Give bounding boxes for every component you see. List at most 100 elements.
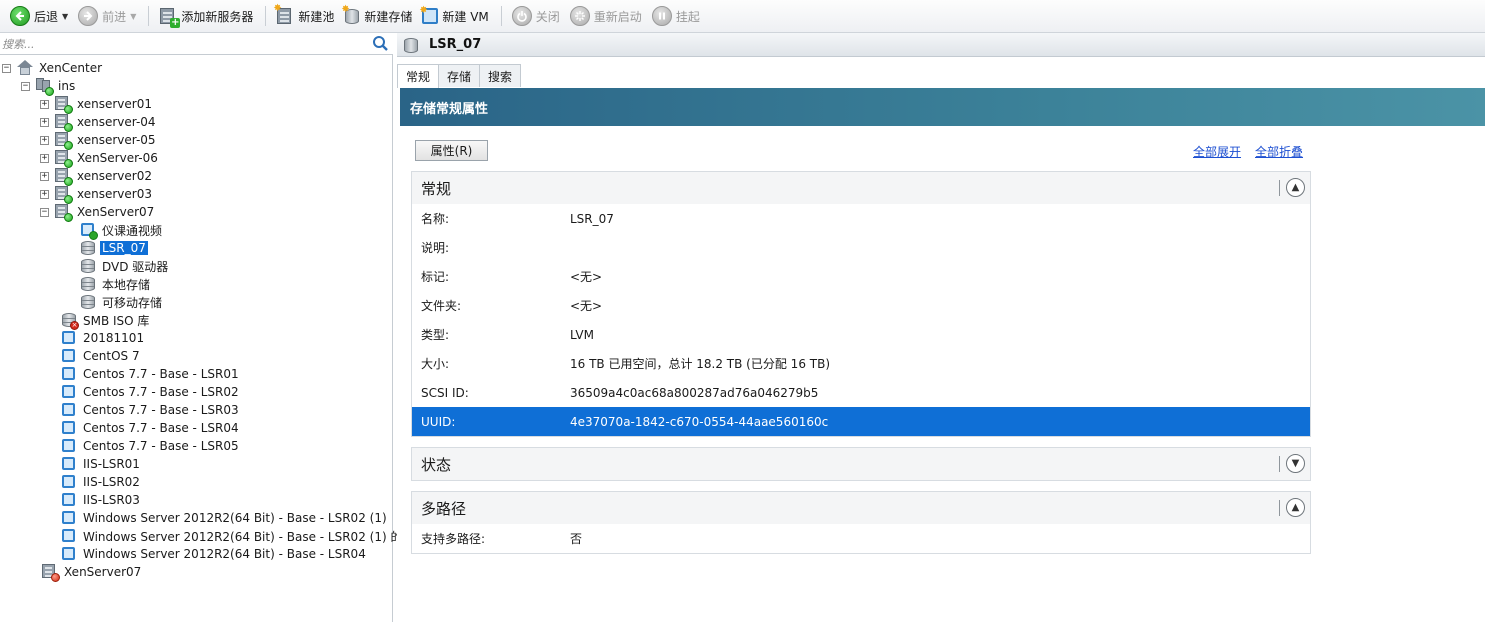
- general-section-header[interactable]: 常规 ▲: [412, 172, 1310, 204]
- suspend-button[interactable]: 挂起: [648, 3, 704, 29]
- search-input[interactable]: [2, 35, 367, 53]
- tree-node[interactable]: Windows Server 2012R2(64 Bit) - Base - L…: [61, 509, 389, 527]
- tree-node[interactable]: + xenserver02: [40, 167, 154, 186]
- status-section-header[interactable]: 状态 ▼: [412, 448, 1310, 480]
- property-value: 4e37070a-1842-c670-0554-44aae560160c: [570, 414, 829, 429]
- expand-toggle-icon[interactable]: +: [40, 117, 49, 127]
- property-row[interactable]: UUID: 4e37070a-1842-c670-0554-44aae560160…: [412, 407, 1310, 436]
- collapse-icon[interactable]: ▲: [1286, 178, 1305, 197]
- tree-node[interactable]: + XenServer-06: [40, 149, 160, 168]
- tree-node[interactable]: Centos 7.7 - Base - LSR01: [61, 365, 241, 383]
- expand-toggle-icon[interactable]: +: [40, 171, 49, 181]
- expand-toggle-icon[interactable]: +: [40, 99, 49, 109]
- general-properties: 名称: LSR_07 说明: 标记: <无> 文件夹: <无> 类型: LVM 大小: 16 TB …: [412, 204, 1310, 436]
- tree-node-label: IIS-LSR02: [83, 475, 140, 489]
- property-row[interactable]: 标记: <无>: [412, 262, 1310, 291]
- tree-node[interactable]: IIS-LSR02: [61, 473, 142, 491]
- tree-node[interactable]: + xenserver-05: [40, 131, 158, 150]
- tree-node[interactable]: − XenCenter: [2, 59, 104, 77]
- tree-node[interactable]: − ins: [21, 77, 77, 96]
- tab-general[interactable]: 常规: [397, 64, 440, 88]
- tree-node-label: ins: [58, 79, 76, 93]
- tab-storage[interactable]: 存储: [438, 64, 481, 87]
- properties-button[interactable]: 属性(R): [415, 140, 488, 161]
- property-row[interactable]: SCSI ID: 36509a4c0ac68a800287ad76a046279b…: [412, 378, 1310, 407]
- vm-template-icon: [61, 402, 77, 418]
- back-button[interactable]: 后退 ▼: [6, 3, 72, 29]
- tree-node[interactable]: DVD 驱动器: [80, 257, 170, 275]
- new-vm-button[interactable]: ✸ 新建 VM: [418, 3, 492, 29]
- tab-search[interactable]: 搜索: [479, 64, 522, 87]
- add-server-button[interactable]: + 添加新服务器: [155, 3, 257, 29]
- vm-template-icon: [61, 474, 77, 490]
- tree-node[interactable]: Windows Server 2012R2(64 Bit) - Base - L…: [61, 527, 416, 545]
- shutdown-label: 关闭: [535, 9, 560, 24]
- forward-button[interactable]: 前进 ▼: [74, 3, 140, 29]
- property-row[interactable]: 支持多路径: 否: [412, 524, 1310, 553]
- tree-node-label: XenServer-06: [77, 151, 158, 165]
- tree-node-label: XenCenter: [39, 61, 103, 75]
- server-disconnected-icon: [42, 564, 60, 582]
- reboot-button[interactable]: 重新启动: [566, 3, 646, 29]
- tree-node[interactable]: XenServer07: [42, 563, 143, 582]
- tree-node[interactable]: Centos 7.7 - Base - LSR04: [61, 419, 241, 437]
- property-row[interactable]: 大小: 16 TB 已用空间，总计 18.2 TB (已分配 16 TB): [412, 349, 1310, 378]
- tree-node-label: Centos 7.7 - Base - LSR05: [83, 439, 239, 453]
- vm-template-icon: [61, 384, 77, 400]
- tree-node[interactable]: 仪课通视频: [80, 221, 164, 240]
- tree-node[interactable]: × SMB ISO 库: [61, 311, 151, 330]
- tree-node-label: xenserver-05: [77, 133, 156, 147]
- tree-node[interactable]: Centos 7.7 - Base - LSR03: [61, 401, 241, 419]
- property-row[interactable]: 文件夹: <无>: [412, 291, 1310, 320]
- multipath-section-header[interactable]: 多路径 ▲: [412, 492, 1310, 524]
- tree-node[interactable]: 可移动存储: [80, 293, 164, 311]
- collapse-toggle-icon[interactable]: −: [2, 63, 11, 73]
- expand-all-link[interactable]: 全部展开: [1193, 143, 1241, 160]
- tree-node[interactable]: IIS-LSR03: [61, 491, 142, 509]
- property-row[interactable]: 类型: LVM: [412, 320, 1310, 349]
- expand-toggle-icon[interactable]: +: [40, 153, 49, 163]
- tree-node-label: 仪课通视频: [102, 223, 163, 238]
- tree-node[interactable]: − XenServer07: [40, 203, 156, 222]
- property-row[interactable]: 名称: LSR_07: [412, 204, 1310, 233]
- tree-node[interactable]: + xenserver-04: [40, 113, 158, 132]
- tree-node[interactable]: IIS-LSR01: [61, 455, 142, 473]
- collapse-toggle-icon[interactable]: −: [40, 207, 49, 217]
- tree-node[interactable]: Windows Server 2012R2(64 Bit) - Base - L…: [61, 545, 368, 563]
- collapse-toggle-icon[interactable]: −: [21, 81, 30, 91]
- storage-icon: [80, 240, 96, 256]
- back-dropdown-icon[interactable]: ▼: [62, 12, 68, 21]
- property-key: 支持多路径:: [421, 532, 486, 546]
- expand-icon[interactable]: ▼: [1286, 454, 1305, 473]
- new-vm-icon: ✸: [419, 5, 439, 24]
- reboot-label: 重新启动: [593, 9, 642, 24]
- tree-node-label: Windows Server 2012R2(64 Bit) - Base - L…: [83, 547, 366, 561]
- tree-node[interactable]: + xenserver03: [40, 185, 154, 204]
- expand-toggle-icon[interactable]: +: [40, 189, 49, 199]
- forward-dropdown-icon[interactable]: ▼: [130, 12, 136, 21]
- tree-node[interactable]: 20181101: [61, 329, 146, 347]
- server-icon: [55, 114, 73, 132]
- shutdown-button[interactable]: 关闭: [508, 3, 564, 29]
- vm-running-icon: [80, 222, 98, 240]
- tree-node-label: CentOS 7: [83, 349, 140, 363]
- tree-node[interactable]: LSR_07: [80, 239, 148, 257]
- vm-template-icon: [61, 510, 77, 526]
- collapse-all-link[interactable]: 全部折叠: [1255, 143, 1303, 160]
- collapse-icon[interactable]: ▲: [1286, 498, 1305, 517]
- server-icon: [55, 96, 73, 114]
- tree-node[interactable]: Centos 7.7 - Base - LSR02: [61, 383, 241, 401]
- search-icon[interactable]: [372, 35, 389, 52]
- property-value: <无>: [570, 270, 603, 284]
- new-pool-icon: ✸: [273, 3, 294, 26]
- storage-icon: [80, 276, 96, 292]
- new-storage-button[interactable]: ✸ 新建存储: [340, 3, 416, 29]
- property-row[interactable]: 说明:: [412, 233, 1310, 262]
- tree-node[interactable]: 本地存储: [80, 275, 152, 293]
- tree-node[interactable]: CentOS 7: [61, 347, 142, 365]
- tree-node[interactable]: + xenserver01: [40, 95, 154, 114]
- expand-toggle-icon[interactable]: +: [40, 135, 49, 145]
- new-pool-button[interactable]: ✸ 新建池: [272, 3, 338, 29]
- tree-node[interactable]: Centos 7.7 - Base - LSR05: [61, 437, 241, 455]
- home-icon: [17, 60, 33, 76]
